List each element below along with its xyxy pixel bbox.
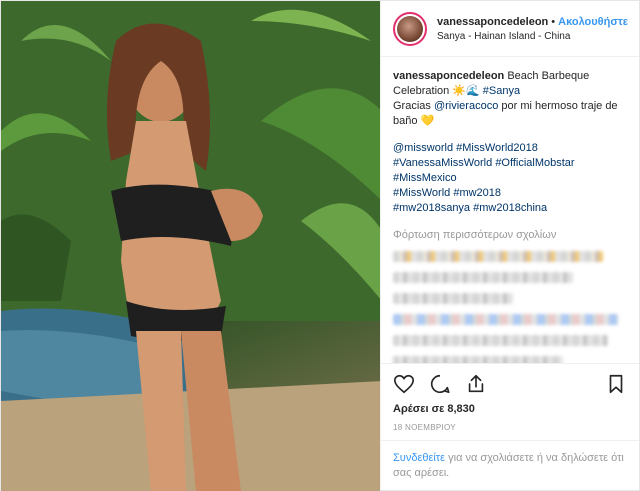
hashtag-link[interactable]: #MissWorld2018	[456, 142, 538, 154]
avatar[interactable]	[393, 11, 427, 46]
blurred-comment	[393, 314, 618, 325]
username-link[interactable]: vanessaponcedeleon	[437, 16, 548, 28]
instagram-post: vanessaponcedeleon • Ακολουθήστε Sanya - H…	[0, 0, 640, 491]
hashtag-link[interactable]: #mw2018	[453, 187, 501, 199]
login-prompt: Συνδεθείτε για να σχολιάσετε ή να δηλώσε…	[381, 440, 639, 491]
action-bar	[381, 363, 639, 403]
blurred-comment	[393, 293, 513, 304]
heart-icon[interactable]	[393, 373, 415, 395]
hashtag-sanya[interactable]: #Sanya	[483, 85, 520, 97]
follow-button[interactable]: Ακολουθήστε	[558, 16, 628, 28]
header-text: vanessaponcedeleon • Ακολουθήστε Sanya - H…	[437, 15, 628, 42]
comments-section: vanessaponcedeleon Beach Barbeque Celebr…	[381, 57, 639, 363]
post-photo[interactable]	[1, 1, 380, 491]
load-more-comments-button[interactable]: Φόρτωση περισσότερων σχολίων	[393, 228, 627, 243]
hashtag-block: @missworld #MissWorld2018 #VanessaMissWo…	[393, 141, 627, 216]
blurred-comment	[393, 335, 608, 346]
blurred-comment	[393, 272, 573, 283]
post-photo-illustration	[1, 1, 380, 491]
hashtag-link[interactable]: #VanessaMissWorld	[393, 157, 492, 169]
hashtag-link[interactable]: #OfficialMobstar	[495, 157, 574, 169]
post-caption: vanessaponcedeleon Beach Barbeque Celebr…	[393, 69, 627, 129]
post-header: vanessaponcedeleon • Ακολουθήστε Sanya - H…	[381, 1, 639, 57]
post-date[interactable]: 18 ΝΟΕΜΒΡΙΟΥ	[381, 419, 639, 440]
post-sidebar: vanessaponcedeleon • Ακολουθήστε Sanya - H…	[380, 1, 639, 491]
caption-username[interactable]: vanessaponcedeleon	[393, 70, 504, 82]
hashtag-link[interactable]: #mw2018china	[473, 202, 547, 214]
blurred-comment	[393, 251, 603, 262]
blurred-comment	[393, 356, 563, 363]
separator-dot: •	[551, 15, 556, 28]
avatar-image	[397, 15, 423, 42]
hashtag-link[interactable]: #MissMexico	[393, 172, 457, 184]
header-row: vanessaponcedeleon • Ακολουθήστε	[437, 15, 628, 28]
login-link[interactable]: Συνδεθείτε	[393, 452, 445, 464]
location-link[interactable]: Sanya - Hainan Island - China	[437, 31, 627, 42]
bookmark-icon[interactable]	[605, 373, 627, 395]
share-icon[interactable]	[465, 373, 487, 395]
hashtag-link[interactable]: #MissWorld	[393, 187, 450, 199]
hashtag-link[interactable]: #mw2018sanya	[393, 202, 470, 214]
comment-icon[interactable]	[429, 373, 451, 395]
caption-gracias: Gracias	[393, 100, 431, 112]
likes-count[interactable]: Αρέσει σε 8,830	[381, 403, 639, 419]
hashtag-link[interactable]: @missworld	[393, 142, 453, 154]
mention-rivieracoco[interactable]: @rivieracoco	[434, 100, 498, 112]
